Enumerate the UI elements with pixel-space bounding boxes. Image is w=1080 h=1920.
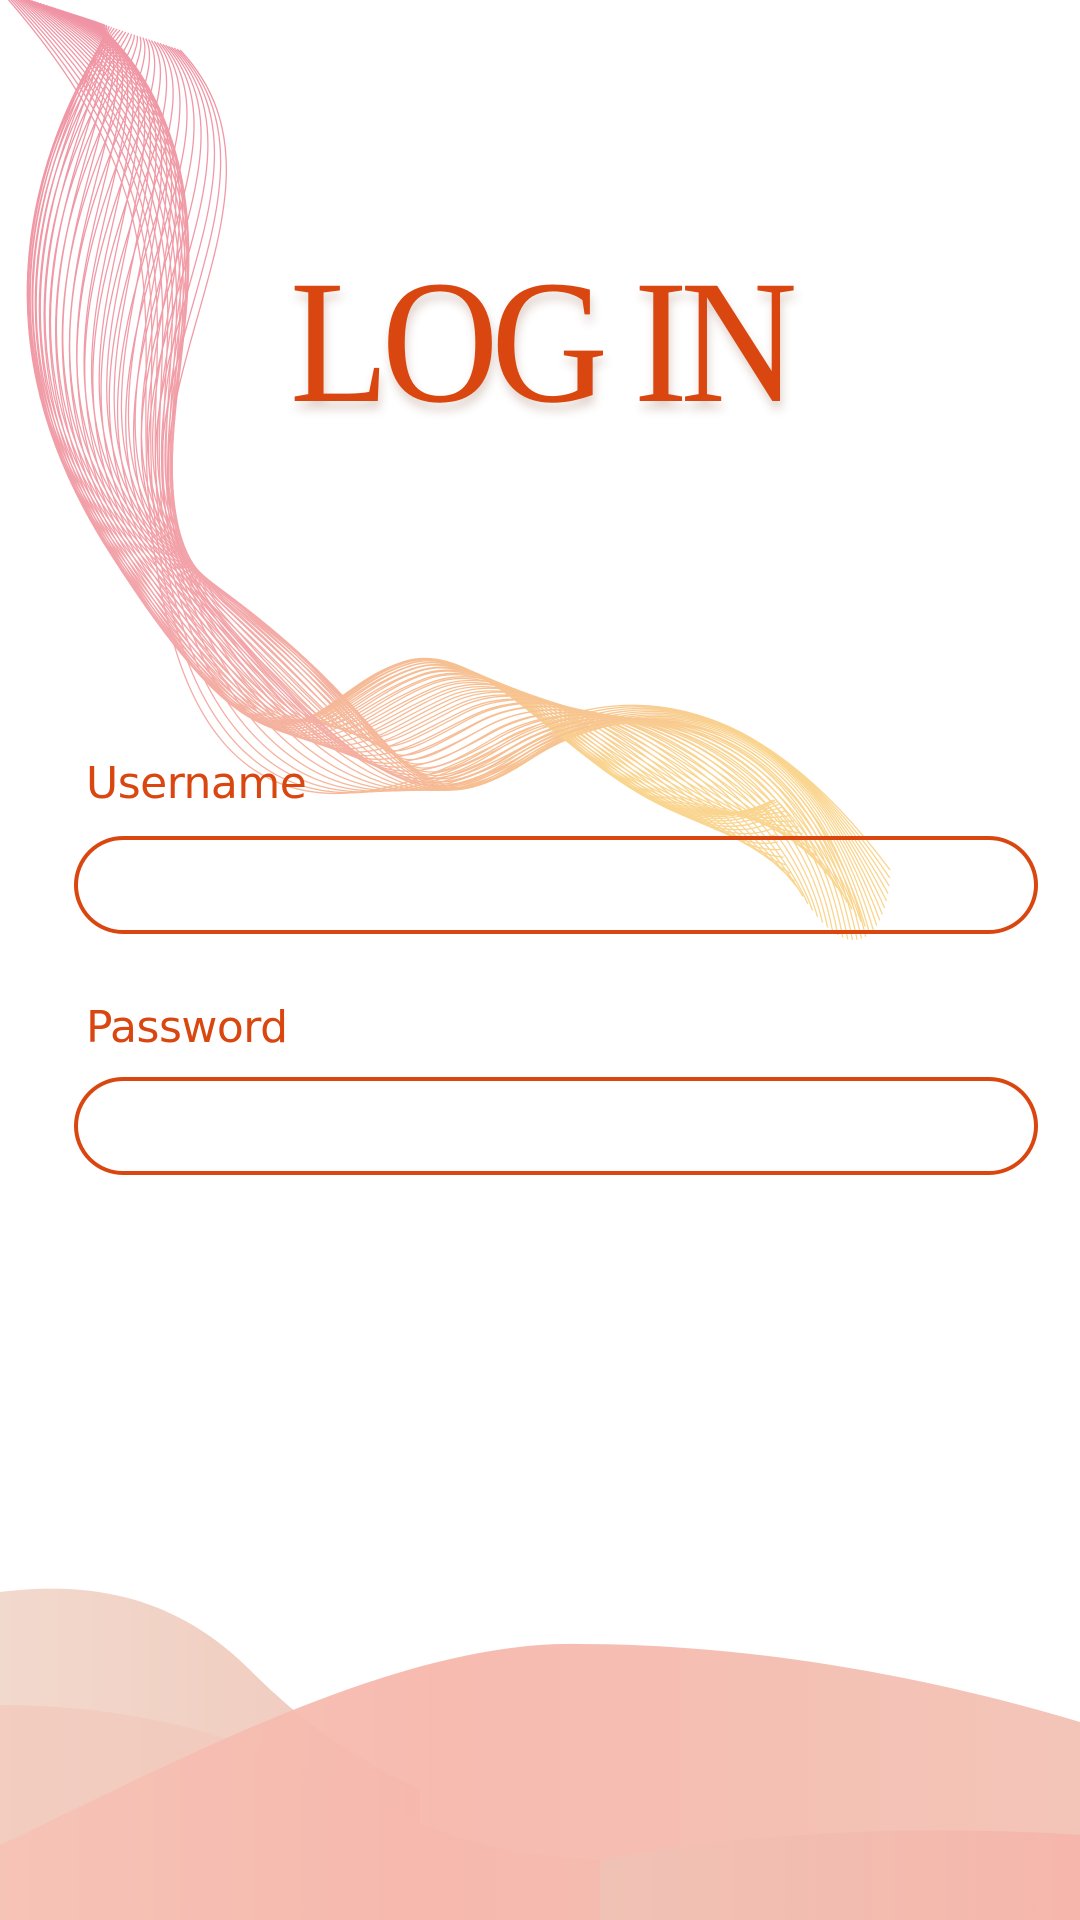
decorative-bottom-hills xyxy=(0,1588,1080,1920)
username-input[interactable] xyxy=(74,836,1038,934)
page-title: LOG IN xyxy=(290,245,797,440)
wave-line xyxy=(76,15,791,874)
password-input[interactable] xyxy=(74,1077,1038,1175)
decorative-wave-lines xyxy=(7,0,891,941)
username-label: Username xyxy=(86,758,307,809)
password-label: Password xyxy=(86,1002,288,1053)
wave-line xyxy=(100,41,823,865)
wave-line xyxy=(12,0,890,887)
wave-line xyxy=(92,40,818,857)
wave-line xyxy=(76,16,788,866)
wave-line xyxy=(84,39,813,849)
wave-line xyxy=(74,14,795,882)
wave-line xyxy=(116,42,833,881)
wave-line xyxy=(108,41,828,873)
